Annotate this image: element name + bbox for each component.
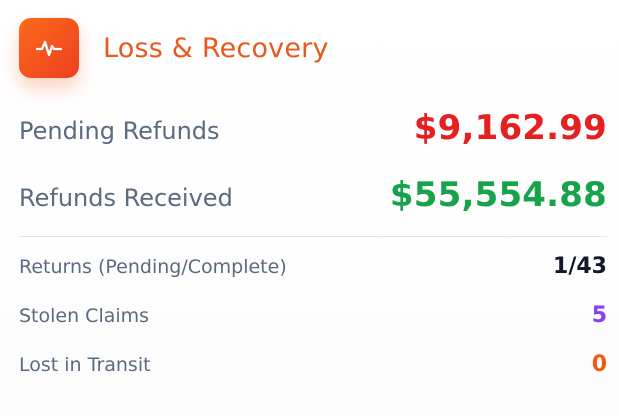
lost-in-transit-label: Lost in Transit	[19, 354, 151, 376]
activity-pulse-icon	[19, 18, 79, 78]
lost-in-transit-value: 0	[591, 352, 607, 377]
pending-refunds-label: Pending Refunds	[19, 117, 220, 145]
card-title: Loss & Recovery	[103, 32, 329, 64]
stolen-claims-label: Stolen Claims	[19, 305, 150, 327]
card-header: Loss & Recovery	[19, 18, 329, 78]
section-divider	[19, 236, 607, 237]
refunds-received-value: $55,554.88	[389, 175, 607, 215]
refunds-received-row: Refunds Received $55,554.88	[19, 175, 607, 215]
lost-in-transit-row: Lost in Transit 0	[19, 352, 607, 377]
refunds-received-label: Refunds Received	[19, 184, 233, 212]
returns-row: Returns (Pending/Complete) 1/43	[19, 254, 607, 279]
returns-value: 1/43	[553, 254, 607, 279]
stolen-claims-value: 5	[591, 303, 607, 328]
returns-label: Returns (Pending/Complete)	[19, 256, 287, 278]
pending-refunds-row: Pending Refunds $9,162.99	[19, 108, 607, 148]
pending-refunds-value: $9,162.99	[413, 108, 607, 148]
stolen-claims-row: Stolen Claims 5	[19, 303, 607, 328]
loss-recovery-card: Loss & Recovery Pending Refunds $9,162.9…	[0, 0, 619, 416]
